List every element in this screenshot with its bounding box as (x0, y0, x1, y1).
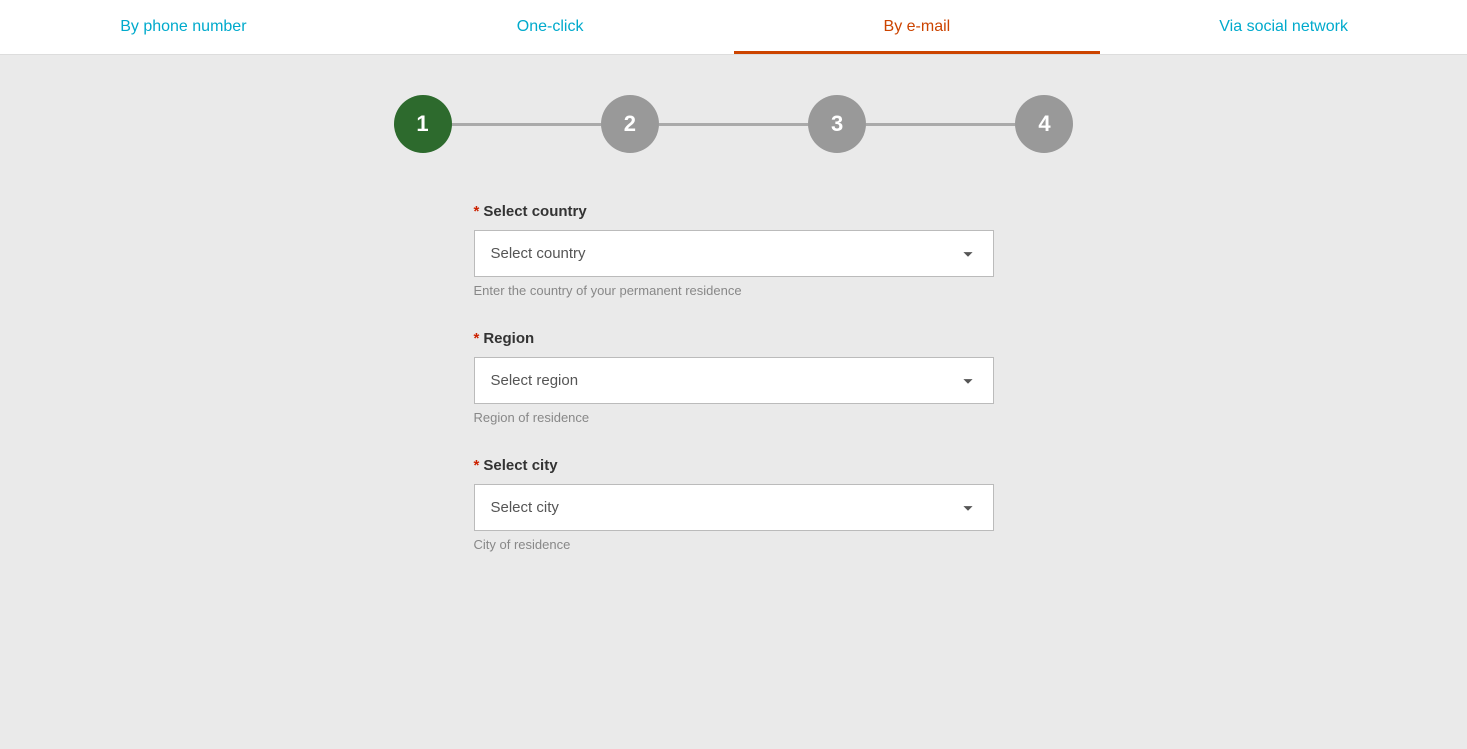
tab-email-label: By e-mail (884, 18, 951, 36)
city-hint: City of residence (474, 537, 994, 552)
step-1: 1 (394, 95, 452, 153)
region-select[interactable]: Select region (474, 357, 994, 404)
step-line-1-2 (452, 123, 601, 126)
city-label: * Select city (474, 457, 994, 474)
country-label: * Select country (474, 203, 994, 220)
tab-social[interactable]: Via social network (1100, 0, 1467, 54)
step-3: 3 (808, 95, 866, 153)
tab-social-label: Via social network (1219, 18, 1348, 36)
stepper: 1 2 3 4 (394, 95, 1074, 153)
country-label-text: Select country (483, 203, 586, 220)
region-label-text: Region (483, 330, 534, 347)
main-content: 1 2 3 4 * Select country Select country … (0, 55, 1467, 624)
tab-email[interactable]: By e-mail (734, 0, 1101, 54)
form-section: * Select country Select country Enter th… (474, 203, 994, 584)
city-label-text: Select city (483, 457, 557, 474)
tab-phone[interactable]: By phone number (0, 0, 367, 54)
tab-phone-label: By phone number (120, 18, 246, 36)
tabs-bar: By phone number One-click By e-mail Via … (0, 0, 1467, 55)
step-line-3-4 (866, 123, 1015, 126)
region-hint: Region of residence (474, 410, 994, 425)
region-required-star: * (474, 330, 480, 347)
city-field-group: * Select city Select city City of reside… (474, 457, 994, 552)
country-hint: Enter the country of your permanent resi… (474, 283, 994, 298)
city-required-star: * (474, 457, 480, 474)
country-select[interactable]: Select country (474, 230, 994, 277)
step-4: 4 (1015, 95, 1073, 153)
region-field-group: * Region Select region Region of residen… (474, 330, 994, 425)
step-2: 2 (601, 95, 659, 153)
city-select[interactable]: Select city (474, 484, 994, 531)
country-field-group: * Select country Select country Enter th… (474, 203, 994, 298)
region-label: * Region (474, 330, 994, 347)
tab-oneclick[interactable]: One-click (367, 0, 734, 54)
tab-oneclick-label: One-click (517, 18, 584, 36)
step-line-2-3 (659, 123, 808, 126)
country-required-star: * (474, 203, 480, 220)
